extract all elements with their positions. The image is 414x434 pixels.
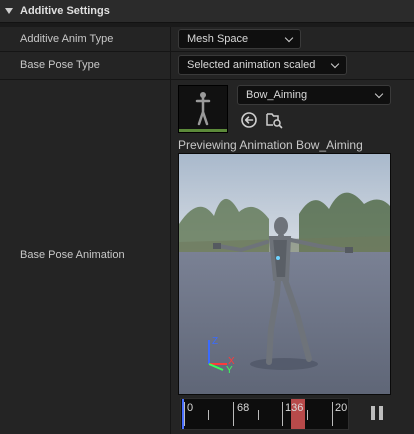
base-pose-type-dropdown[interactable]: Selected animation scaled [178,55,347,75]
base-pose-animation-label: Base Pose Animation [20,249,125,261]
section-title: Additive Settings [20,5,110,17]
browse-to-asset-button[interactable] [265,111,283,129]
timeline-tick [233,402,234,426]
column-divider[interactable] [170,27,171,51]
timeline-tick [258,410,259,420]
timeline-tick [332,402,333,426]
base-pose-animation-picker[interactable]: Bow_Aiming [237,85,391,105]
additive-anim-type-value: Mesh Space [187,33,249,45]
timeline-tick [282,402,283,426]
character-thumbnail-icon [195,92,211,126]
pause-icon [379,406,383,420]
selected-animation-name: Bow_Aiming [246,89,308,101]
timeline-label-1: 68 [237,402,250,414]
svg-text:Z: Z [212,336,218,347]
timeline-tick [184,402,185,426]
column-divider[interactable] [170,52,171,79]
additive-anim-type-row: Additive Anim Type Mesh Space [0,27,414,52]
thumbnail-type-bar [179,129,227,132]
animation-preview-viewport[interactable]: Z X Y [178,153,391,395]
folder-search-icon [266,113,283,129]
preview-scene-image: Z X Y [179,154,390,394]
arrow-left-circle-icon [241,112,257,128]
timeline-tick [208,410,209,420]
base-pose-type-row: Base Pose Type Selected animation scaled [0,52,414,80]
preview-caption: Previewing Animation Bow_Aiming [178,138,363,152]
base-pose-type-value: Selected animation scaled [187,59,316,71]
collapse-arrow-icon[interactable] [5,8,13,14]
additive-anim-type-dropdown[interactable]: Mesh Space [178,29,301,49]
chevron-down-icon [330,59,340,69]
timeline-label-0: 0 [187,402,194,414]
timeline-tick [307,410,308,420]
timeline-label-3: 20 [335,402,348,414]
base-pose-type-label: Base Pose Type [20,59,100,71]
chevron-down-icon [284,33,294,43]
column-divider[interactable] [170,80,171,434]
timeline-label-2: 136 [285,402,304,414]
pause-icon [371,406,375,420]
animation-thumbnail[interactable] [178,85,228,133]
svg-text:Y: Y [226,365,233,376]
animation-scrub-timeline[interactable]: 0 68 136 20 [180,398,349,430]
use-selected-asset-button[interactable] [240,111,258,129]
chevron-down-icon [374,89,384,99]
additive-anim-type-label: Additive Anim Type [20,33,114,45]
additive-settings-header[interactable]: Additive Settings [0,0,414,23]
pause-button[interactable] [370,406,384,420]
